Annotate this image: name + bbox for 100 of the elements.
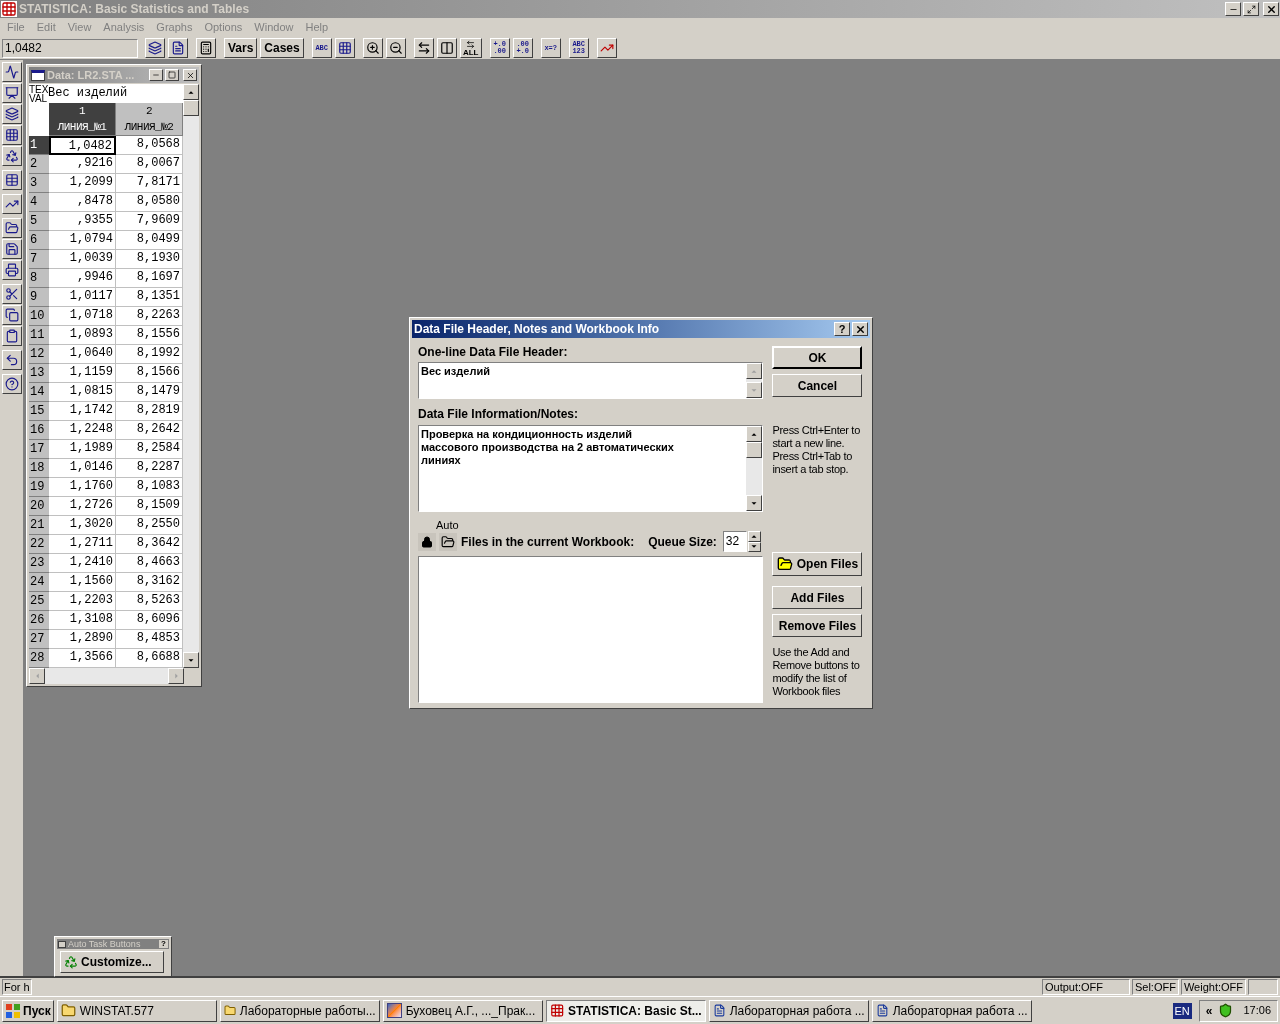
document-button[interactable] [168, 38, 188, 58]
taskbar-button[interactable]: Буховец А.Г., ..._Прак... [382, 999, 543, 1022]
grid-button[interactable] [334, 38, 355, 58]
row-header[interactable]: 4 [29, 193, 49, 212]
row-header[interactable]: 3 [29, 174, 49, 193]
show-hidden-icons-button[interactable]: « [1205, 1001, 1213, 1020]
system-menu-icon[interactable] [58, 940, 66, 948]
maximize-button[interactable] [165, 69, 179, 81]
row-header[interactable]: 12 [29, 345, 49, 364]
widen-column-button[interactable] [413, 38, 434, 58]
scroll-arrow-button[interactable] [746, 426, 763, 442]
save-button[interactable] [1, 239, 22, 259]
row-header[interactable]: 5 [29, 212, 49, 231]
row-header[interactable]: 25 [29, 592, 49, 611]
spin-buttons[interactable] [747, 531, 761, 552]
vertical-scrollbar[interactable] [183, 84, 199, 668]
row-header[interactable]: 15 [29, 402, 49, 421]
paste-button[interactable] [1, 326, 22, 346]
row-header[interactable]: 9 [29, 288, 49, 307]
taskbar-button[interactable]: Лабораторные работы... [219, 999, 380, 1022]
close-button[interactable] [183, 69, 197, 81]
restore-button[interactable] [1243, 2, 1259, 16]
scroll-arrow-button[interactable] [29, 668, 45, 684]
fit-all-button[interactable]: ALL [459, 38, 482, 58]
taskbar-button[interactable]: Лабораторная работа ... [708, 999, 869, 1022]
row-header[interactable]: 14 [29, 383, 49, 402]
narrow-column-button[interactable] [436, 38, 457, 58]
layers-button[interactable] [1, 104, 22, 124]
scroll-thumb[interactable] [746, 442, 763, 458]
row-header[interactable]: 23 [29, 554, 49, 573]
table-button[interactable] [1, 170, 22, 190]
column-header[interactable]: 1 ЛИНИЯ_№1 [49, 103, 116, 136]
help-button[interactable] [1, 374, 22, 394]
customize-button[interactable]: Customize... [60, 951, 164, 973]
row-header[interactable]: 21 [29, 516, 49, 535]
chart-button[interactable] [596, 38, 617, 58]
row-header[interactable]: 7 [29, 250, 49, 269]
scroll-arrow-button[interactable] [183, 84, 199, 100]
row-header[interactable]: 24 [29, 573, 49, 592]
scroll-arrow-button[interactable] [168, 668, 184, 684]
row-header[interactable]: 20 [29, 497, 49, 516]
open-files-button[interactable]: Open Files [772, 552, 863, 576]
add-files-button[interactable]: Add Files [772, 586, 863, 609]
row-header[interactable]: 17 [29, 440, 49, 459]
minimize-button[interactable] [1225, 2, 1241, 16]
zoom-out-button[interactable] [385, 38, 406, 58]
row-header[interactable]: 6 [29, 231, 49, 250]
copy-button[interactable] [1, 305, 22, 325]
printer-button[interactable] [1, 260, 22, 280]
chart-button[interactable] [1, 62, 22, 82]
taskbar-button[interactable]: WINSTAT.577 [56, 999, 217, 1022]
cancel-button[interactable]: Cancel [772, 374, 863, 397]
close-button[interactable] [852, 322, 868, 336]
close-button[interactable] [1263, 2, 1279, 16]
scroll-arrow-button[interactable] [183, 652, 199, 668]
row-header[interactable]: 16 [29, 421, 49, 440]
row-header[interactable]: 26 [29, 611, 49, 630]
undo-button[interactable] [1, 350, 22, 370]
windows-button[interactable] [145, 38, 165, 58]
toolbar-text-button[interactable]: Cases [260, 38, 304, 58]
taskbar-button[interactable]: Лабораторная работа ... [871, 999, 1032, 1022]
row-header[interactable]: 2 [29, 155, 49, 174]
scroll-arrow-button[interactable] [746, 363, 763, 379]
row-header[interactable]: 8 [29, 269, 49, 288]
ok-button[interactable]: OK [772, 346, 863, 369]
row-header[interactable]: 1 [29, 136, 49, 155]
open-folder-icon[interactable] [439, 532, 457, 551]
scroll-arrow-button[interactable] [746, 382, 763, 398]
notes-field[interactable]: Проверка на кондиционность изделий массового производства на 2 автоматических линиях [418, 425, 764, 512]
recycle-button[interactable] [1, 146, 22, 166]
row-header[interactable]: 22 [29, 535, 49, 554]
start-button[interactable]: Пуск [2, 999, 54, 1022]
queue-size-field[interactable]: 32 [722, 531, 747, 552]
help-button[interactable]: ? [159, 940, 168, 948]
cut-button[interactable] [1, 284, 22, 304]
row-header[interactable]: 27 [29, 630, 49, 649]
presentation-button[interactable] [1, 83, 22, 103]
header-field[interactable]: Вес изделий [418, 362, 764, 399]
grid-button[interactable] [1, 125, 22, 145]
calculator-button[interactable] [196, 38, 216, 58]
minimize-button[interactable] [149, 69, 163, 81]
row-header[interactable]: 19 [29, 478, 49, 497]
row-header[interactable]: 13 [29, 364, 49, 383]
row-header[interactable]: 28 [29, 649, 49, 668]
row-header[interactable]: 18 [29, 459, 49, 478]
value-field[interactable]: 1,0482 [2, 38, 138, 58]
row-header[interactable]: 11 [29, 326, 49, 345]
taskbar-button[interactable]: STATISTICA: Basic St... [545, 999, 706, 1022]
language-indicator[interactable]: EN [1172, 1002, 1192, 1019]
row-header[interactable]: 10 [29, 307, 49, 326]
zoom-in-button[interactable] [362, 38, 383, 58]
scroll-arrow-button[interactable] [746, 495, 763, 511]
open-folder-button[interactable] [1, 218, 22, 238]
help-button[interactable]: ? [834, 322, 850, 336]
scroll-thumb[interactable] [183, 100, 199, 116]
column-header[interactable]: 2 ЛИНИЯ_№2 [116, 103, 183, 136]
remove-files-button[interactable]: Remove Files [772, 614, 863, 637]
toolbar-text-button[interactable]: Vars [224, 38, 258, 58]
horizontal-scrollbar[interactable] [29, 668, 184, 684]
chart-button[interactable] [1, 194, 22, 214]
